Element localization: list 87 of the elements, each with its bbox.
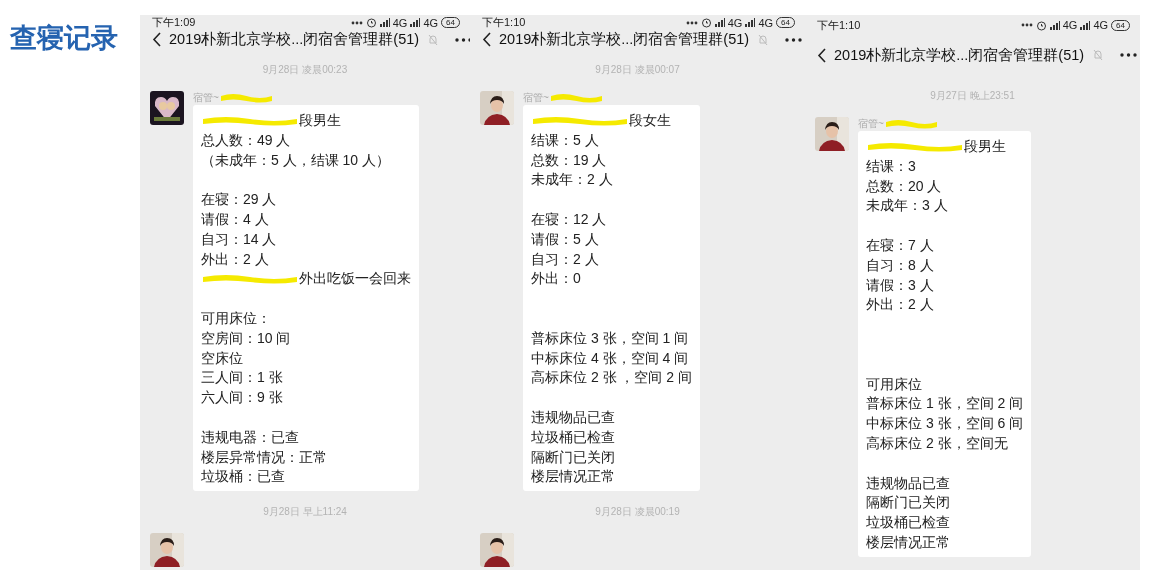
signal-icon [745,18,756,27]
message-line: 高标床位 2 张 ，空间 2 间 [531,368,693,388]
message-line: （未成年：5 人，结课 10 人） [201,150,391,170]
network-label: 4G [423,16,439,29]
message-line: 普标床位 1 张，空间 2 间 [866,394,1024,414]
message-line: 楼层异常情况：正常 [201,447,327,467]
back-icon[interactable] [152,32,161,47]
message-line: 段女生 [629,111,671,130]
message-line: 总人数：49 人 [201,130,291,150]
message-line: 请假：3 人 [866,275,934,295]
message-line: 普标床位 3 张，空间 1 间 [531,328,689,348]
message-line: 总数：20 人 [866,176,942,196]
message-line: 在寝：29 人 [201,190,277,210]
message-line: 外出：2 人 [201,249,269,269]
more-icon[interactable] [785,37,803,42]
message-line: 违规电器：已查 [201,427,299,447]
network-label: 4G [727,16,743,29]
message-line: 在寝：7 人 [866,236,934,255]
more-icon[interactable] [455,37,470,42]
back-icon[interactable] [817,47,826,63]
message-line: 违规物品已查 [866,473,950,493]
message-line: 在寝：12 人 [531,210,607,229]
sender-name: 宿管~ [858,117,884,131]
redaction-mark [548,92,604,104]
message-line: 空房间：10 间 [201,328,291,348]
message-line: 六人间：9 张 [201,388,283,408]
signal-icon [714,18,725,27]
message-line: 段男生 [299,111,341,130]
message-line: 可用床位 [866,374,922,394]
status-time: 下午1:10 [817,17,861,33]
network-label: 4G [392,16,408,29]
message-line: 隔断门已关闭 [866,493,950,513]
message-line: 中标床位 3 张，空间 6 间 [866,414,1024,434]
message-line: 违规物品已查 [531,407,615,427]
message-line: 未成年：2 人 [531,170,613,190]
alarm-icon [365,17,377,28]
network-label: 4G [1093,19,1109,31]
message-line: 未成年：3 人 [866,196,948,216]
back-icon[interactable] [482,32,491,47]
signal-icon [379,18,390,27]
chat-title: 2019朴新北京学校...闭宿舍管理群(51) [834,45,1085,65]
muted-bell-icon [427,33,440,46]
message-line: 空床位 [201,348,243,368]
message-line: 请假：4 人 [201,210,269,229]
message-line: 楼层情况正常 [531,467,615,487]
message-line: 段男生 [964,137,1006,156]
signal-icon [1080,20,1091,30]
more-dots-icon [1020,23,1033,27]
message-line: 中标床位 4 张，空间 4 间 [531,348,689,368]
message-line: 垃圾桶已检查 [866,513,950,533]
message-line: 高标床位 2 张，空间无 [866,433,1008,453]
message-line: 垃圾桶：已查 [201,467,285,487]
chat-title: 2019朴新北京学校...闭宿舍管理群(51) [169,30,420,49]
message-line: 总数：19 人 [531,150,607,170]
message-line: 结课：3 [866,156,916,176]
network-label: 4G [1062,19,1078,31]
more-dots-icon [350,20,363,25]
message-line: 自习：8 人 [866,255,934,275]
message-line: 自习：2 人 [531,249,599,269]
message-line: 隔断门已关闭 [531,447,615,467]
sender-name: 宿管~ [193,91,219,105]
message-line: 三人间：1 张 [201,368,283,388]
more-dots-icon [685,20,698,25]
more-icon[interactable] [1120,53,1138,57]
message-line: 请假：5 人 [531,229,599,249]
message-line: 外出：0 [531,269,581,289]
status-time: 下午1:09 [152,15,196,30]
message-line: 外出：2 人 [866,295,934,315]
muted-bell-icon [757,33,770,46]
message-line: 结课：5 人 [531,130,599,150]
network-label: 4G [758,16,774,29]
status-time: 下午1:10 [482,15,526,30]
signal-icon [1049,20,1060,30]
muted-bell-icon [1092,49,1105,61]
message-line: 自习：14 人 [201,229,277,249]
message-line: 楼层情况正常 [866,532,950,552]
page-title: 查寝记录 [10,22,119,55]
chat-title: 2019朴新北京学校...闭宿舍管理群(51) [499,30,750,49]
redaction-mark [218,92,274,104]
alarm-icon [1035,19,1047,31]
redaction-mark [883,118,939,130]
sender-name: 宿管~ [523,91,549,105]
alarm-icon [700,17,712,28]
message-line: 垃圾桶已检查 [531,427,615,447]
message-line: 可用床位： [201,308,271,328]
message-line: 外出吃饭一会回来 [299,269,411,289]
signal-icon [410,18,421,27]
